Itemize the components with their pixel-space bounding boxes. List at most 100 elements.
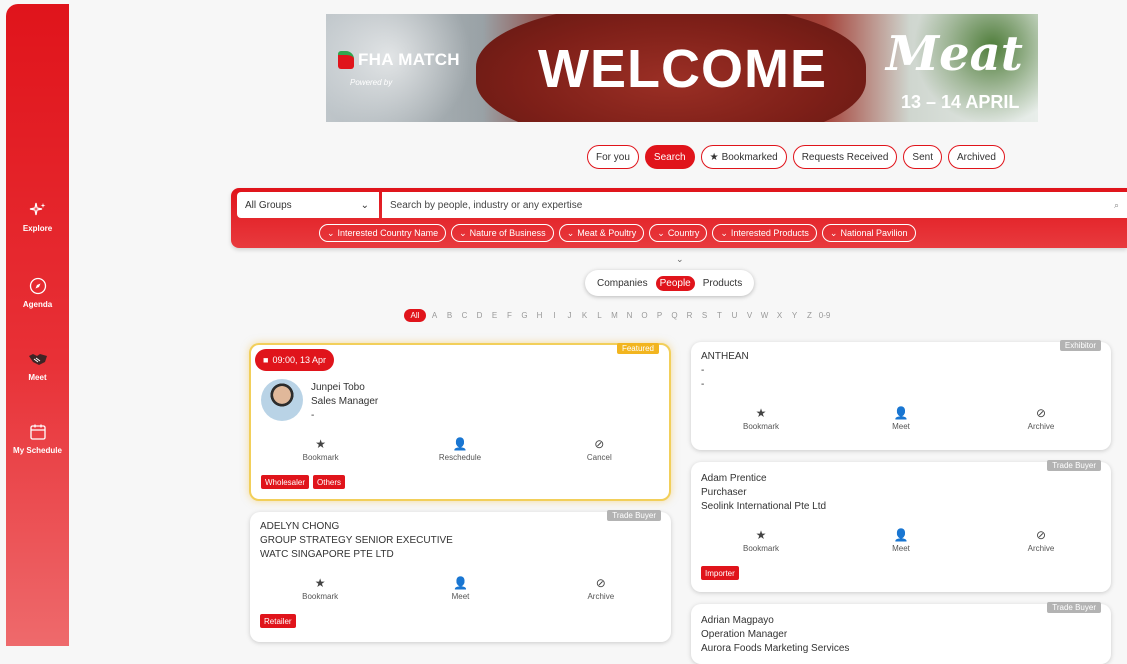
person-role: Operation Manager (701, 629, 788, 640)
person-card-adam-prentice[interactable]: Trade Buyer Adam Prentice Purchaser Seol… (691, 460, 1111, 592)
facet-nature-of-business[interactable]: ⌄ Nature of Business (451, 224, 554, 242)
switch-people[interactable]: People (655, 275, 695, 291)
alphabet-letter[interactable]: S (698, 311, 711, 320)
chevron-down-icon: ⌄ (459, 227, 467, 238)
alphabet-letter[interactable]: B (443, 311, 456, 320)
tab-for-you[interactable]: For you (587, 145, 639, 169)
person-card-adrian-magpayo[interactable]: Trade Buyer Adrian Magpayo Operation Man… (691, 602, 1111, 664)
person-name: Adrian Magpayo (701, 615, 774, 626)
meet-button[interactable]: 👤 Meet (856, 406, 946, 431)
facet-country[interactable]: ⌄ Country (649, 224, 708, 242)
person-name: Junpei Tobo (311, 382, 365, 393)
business-chip: Others (313, 475, 346, 489)
alphabet-letter[interactable]: K (578, 311, 591, 320)
alphabet-letter[interactable]: J (563, 311, 576, 320)
handshake-icon (28, 349, 48, 369)
trade-buyer-badge: Trade Buyer (1047, 602, 1101, 613)
bookmark-button[interactable]: ★ Bookmark (275, 576, 365, 601)
sparkles-icon (28, 200, 48, 220)
alphabet-letter[interactable]: R (683, 311, 696, 320)
alphabet-letter[interactable]: U (728, 311, 741, 320)
search-icon[interactable]: ⌕ (1114, 200, 1119, 211)
calendar-icon (28, 422, 48, 442)
chevron-down-icon: ⌄ (657, 227, 665, 238)
alphabet-letter[interactable]: V (743, 311, 756, 320)
user-x-icon: ⊘ (594, 437, 605, 451)
chevron-down-icon: ⌄ (720, 227, 728, 238)
sidebar-item-my-schedule[interactable]: My Schedule (6, 422, 69, 455)
archive-button[interactable]: ⊘ Archive (996, 528, 1086, 553)
business-chip: Retailer (260, 614, 296, 628)
user-plus-icon: 👤 (453, 576, 468, 590)
alphabet-letter[interactable]: W (758, 311, 771, 320)
search-input[interactable]: Search by people, industry or any expert… (382, 192, 1127, 218)
alphabet-letter[interactable]: P (653, 311, 666, 320)
person-role: Purchaser (701, 487, 747, 498)
alphabet-letter[interactable]: C (458, 311, 471, 320)
business-chip: Importer (701, 566, 739, 580)
person-card-anthean[interactable]: Exhibitor ANTHEAN - - ★ Bookmark 👤 Meet ⊘ A… (691, 340, 1111, 450)
star-icon: ★ (709, 151, 719, 163)
sidebar-item-meet[interactable]: Meet (6, 349, 69, 382)
alphabet-letter[interactable]: T (713, 311, 726, 320)
alphabet-letter[interactable]: Y (788, 311, 801, 320)
trade-buyer-badge: Trade Buyer (1047, 460, 1101, 471)
person-name: Adam Prentice (701, 473, 767, 484)
facet-meat-poultry[interactable]: ⌄ Meat & Poultry (558, 224, 645, 242)
alphabet-letter[interactable]: A (428, 311, 441, 320)
sidebar-item-agenda[interactable]: Agenda (6, 276, 69, 309)
tab-bookmarked[interactable]: ★ Bookmarked (700, 145, 787, 169)
alphabet-letter[interactable]: E (488, 311, 501, 320)
switch-products[interactable]: Products (699, 276, 746, 291)
alphabet-letter[interactable]: F (503, 311, 516, 320)
tab-sent[interactable]: Sent (903, 145, 942, 169)
star-icon: ★ (314, 576, 326, 590)
facet-national-pavilion[interactable]: ⌄ National Pavilion (821, 224, 916, 242)
reschedule-button[interactable]: 👤 Reschedule (415, 437, 505, 462)
alphabet-letter[interactable]: D (473, 311, 486, 320)
bookmark-button[interactable]: ★ Bookmark (716, 406, 806, 431)
tab-requests-received[interactable]: Requests Received (792, 145, 898, 169)
alphabet-letter[interactable]: G (518, 311, 531, 320)
trade-buyer-badge: Trade Buyer (607, 510, 661, 521)
fha-match-logo: FHA MATCH (338, 50, 460, 70)
bookmark-button[interactable]: ★ Bookmark (276, 437, 366, 462)
meet-button[interactable]: 👤 Meet (415, 576, 505, 601)
sidebar-item-label: Meet (28, 373, 47, 382)
meeting-slot-badge: ■ 09:00, 13 Apr (255, 349, 334, 371)
sidebar-item-explore[interactable]: Explore (6, 200, 69, 233)
alphabet-letter[interactable]: X (773, 311, 786, 320)
alphabet-letter[interactable]: H (533, 311, 546, 320)
alphabet-letter[interactable]: N (623, 311, 636, 320)
person-card-adelyn-chong[interactable]: Trade Buyer ADELYN CHONG GROUP STRATEGY … (250, 510, 671, 642)
expand-caret-icon[interactable]: ⌄ (676, 254, 684, 265)
archive-button[interactable]: ⊘ Archive (996, 406, 1086, 431)
alphabet-letter[interactable]: O (638, 311, 651, 320)
facet-filters: ⌄ Interested Country Name ⌄ Nature of Busi… (319, 224, 916, 242)
powered-by-text: Powered by (350, 78, 393, 87)
filter-tabs: For you Search ★ Bookmarked Requests Rece… (587, 145, 1005, 169)
person-card-junpei-tobo[interactable]: Featured ■ 09:00, 13 Apr Junpei Tobo Sale… (249, 343, 671, 501)
meet-button[interactable]: 👤 Meet (856, 528, 946, 553)
alphabet-letter[interactable]: I (548, 311, 561, 320)
business-chip: Wholesaler (261, 475, 310, 489)
person-role: GROUP STRATEGY SENIOR EXECUTIVE (260, 535, 453, 546)
alphabet-letter[interactable]: Q (668, 311, 681, 320)
facet-interested-country[interactable]: ⌄ Interested Country Name (319, 224, 447, 242)
tab-archived[interactable]: Archived (948, 145, 1005, 169)
alphabet-letter[interactable]: L (593, 311, 606, 320)
alphabet-letter[interactable]: Z (803, 311, 816, 320)
facet-interested-products[interactable]: ⌄ Interested Products (712, 224, 817, 242)
alphabet-all[interactable]: All (404, 309, 426, 322)
person-company: - (701, 379, 705, 390)
tab-search[interactable]: Search (644, 145, 695, 169)
switch-companies[interactable]: Companies (593, 276, 652, 291)
person-role: - (701, 365, 705, 376)
person-company: - (311, 410, 315, 421)
archive-button[interactable]: ⊘ Archive (556, 576, 646, 601)
group-select[interactable]: All Groups ⌄ (237, 192, 379, 218)
bookmark-button[interactable]: ★ Bookmark (716, 528, 806, 553)
alphabet-letter[interactable]: M (608, 311, 621, 320)
alphabet-letter[interactable]: 0-9 (818, 311, 831, 320)
cancel-button[interactable]: ⊘ Cancel (554, 437, 644, 462)
